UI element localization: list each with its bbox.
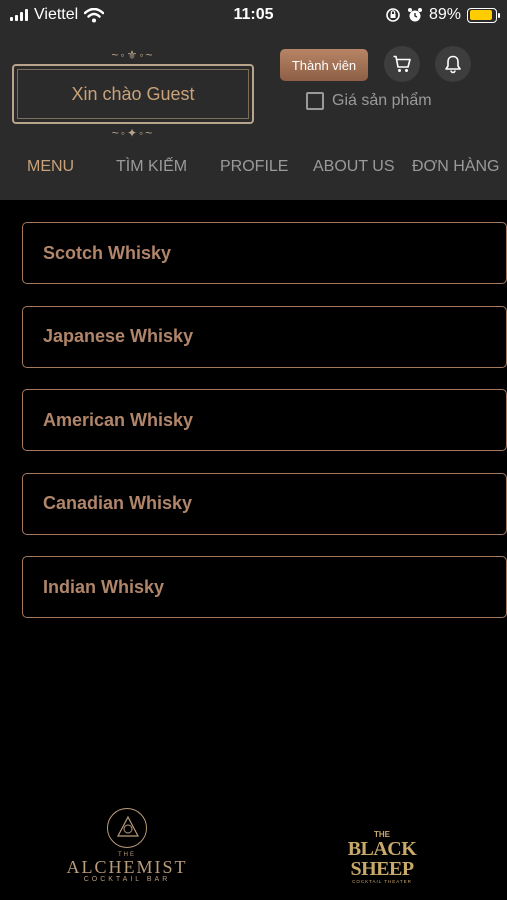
blacksheep-logo[interactable]: THE BLACK SHEEP COCKTAIL THEATER <box>330 830 434 884</box>
greeting-frame: ~◦⚜◦~ Xin chào Guest ~◦✦◦~ <box>12 48 254 140</box>
status-right: 89% <box>385 6 500 24</box>
cart-icon <box>393 55 411 72</box>
category-item-canadian[interactable]: Canadian Whisky <box>22 472 507 535</box>
category-label: Canadian Whisky <box>43 493 193 513</box>
notification-button[interactable] <box>435 46 471 82</box>
battery-level <box>469 10 492 20</box>
price-checkbox-label: Giá sản phẩm <box>332 92 432 109</box>
category-label: Indian Whisky <box>43 576 165 597</box>
alchemist-name: ALCHEMIST <box>66 857 188 877</box>
tab-profile[interactable]: PROFILE <box>220 158 288 176</box>
main-nav: MENU TÌM KIẾM PROFILE ABOUT US ĐƠN HÀNG <box>0 158 507 180</box>
battery-icon <box>467 7 500 23</box>
tab-about-us[interactable]: ABOUT US <box>313 158 395 176</box>
status-bar: Viettel 11:05 89% <box>0 0 507 32</box>
category-list: Scotch Whisky Japanese Whisky American W… <box>22 222 507 640</box>
member-button[interactable]: Thành viên <box>280 49 368 81</box>
cart-button[interactable] <box>384 46 420 82</box>
rotation-lock-icon <box>386 8 400 22</box>
category-item-american[interactable]: American Whisky <box>22 389 507 451</box>
category-item-scotch[interactable]: Scotch Whisky <box>22 222 507 284</box>
category-label: Japanese Whisky <box>43 326 194 346</box>
tab-search[interactable]: TÌM KIẾM <box>116 158 187 176</box>
category-label: American Whisky <box>43 409 194 430</box>
greeting-box: Xin chào Guest <box>12 64 254 124</box>
battery-percent: 89% <box>428 6 461 23</box>
category-label: Scotch Whisky <box>43 242 172 263</box>
price-toggle[interactable]: Giá sản phẩm <box>306 92 432 110</box>
tab-menu[interactable]: MENU <box>27 158 74 176</box>
alarm-icon <box>407 8 422 22</box>
category-item-japanese[interactable]: Japanese Whisky <box>22 305 507 368</box>
tab-orders[interactable]: ĐƠN HÀNG <box>412 158 500 176</box>
category-item-indian[interactable]: Indian Whisky <box>22 556 507 618</box>
price-checkbox[interactable] <box>306 92 324 110</box>
blacksheep-name: BLACK SHEEP <box>347 838 417 880</box>
app-header: ~◦⚜◦~ Xin chào Guest ~◦✦◦~ Thành viên Gi… <box>0 32 507 200</box>
alchemist-emblem-icon <box>107 808 147 848</box>
alchemist-logo[interactable]: THE ALCHEMIST COCKTAIL BAR <box>66 808 188 883</box>
ornament-top-icon: ~◦⚜◦~ <box>111 48 155 62</box>
alchemist-subtitle: COCKTAIL BAR <box>83 876 171 883</box>
greeting-text: Xin chào Guest <box>71 83 195 104</box>
blacksheep-subtitle: COCKTAIL THEATER <box>352 879 412 884</box>
bell-icon <box>445 55 461 74</box>
ornament-bottom-icon: ~◦✦◦~ <box>111 126 155 140</box>
